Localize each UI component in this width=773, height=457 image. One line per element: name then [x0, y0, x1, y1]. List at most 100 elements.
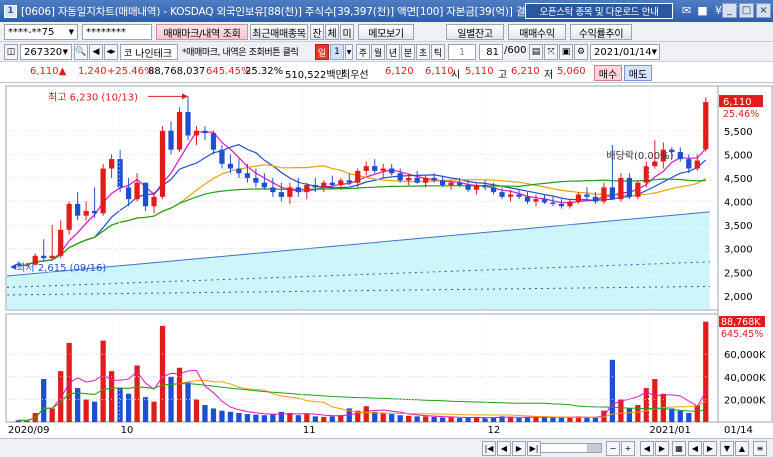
search-icon[interactable]: 🔍	[74, 44, 88, 60]
open-label: 시	[451, 70, 461, 81]
recent-trades-button[interactable]: 최근매매종목	[250, 24, 308, 40]
candle-body	[558, 203, 565, 207]
candle-body	[346, 180, 352, 183]
volume-bar	[423, 416, 429, 422]
volume-bar	[227, 411, 234, 422]
save-icon[interactable]: ▣	[559, 44, 573, 60]
daily-balance-button[interactable]: 일별잔고	[446, 24, 504, 40]
volume-bar	[92, 401, 98, 422]
close-button[interactable]: ×	[756, 3, 771, 18]
candle-body	[202, 130, 208, 134]
memo-button[interactable]: 메모보기	[358, 24, 414, 40]
low-annotation: 최저 2,615 (09/16)	[16, 262, 106, 274]
candle-body	[363, 166, 369, 171]
app-icon: 1	[4, 4, 17, 18]
password-field[interactable]: ********	[82, 24, 152, 40]
period-day-tab[interactable]: 일	[315, 44, 329, 60]
volume-bar	[236, 412, 242, 422]
period-second-tab[interactable]: 초	[416, 44, 430, 60]
account-select[interactable]: ****-**75 ▼	[4, 24, 78, 40]
candle-body	[176, 111, 183, 150]
candle-body	[185, 111, 191, 136]
promo-button[interactable]: 오픈스탁 종목 및 다운로드 안내	[525, 3, 673, 19]
candle-body	[423, 177, 429, 183]
volume: 88,768,037	[148, 66, 206, 77]
volume-bar	[287, 412, 293, 422]
dividend-annotation: 배당락(0.00%)	[606, 150, 673, 162]
maximize-button[interactable]: □	[739, 3, 754, 18]
scroll-track[interactable]	[540, 443, 602, 453]
volume-bar	[210, 408, 217, 422]
period-multiplier-tab[interactable]: 1	[330, 44, 344, 60]
scroll-first-button[interactable]: |◀	[482, 441, 496, 456]
pan-left-button[interactable]: ◀	[688, 441, 702, 456]
candle-body	[372, 166, 378, 171]
view-left-button[interactable]: ◀	[640, 441, 654, 456]
layout-icon[interactable]: ◫	[4, 44, 18, 60]
quote-bar: 6,110▲ 1,240 +25.46% 88,768,037 645.45% …	[0, 63, 773, 83]
sell-button[interactable]: 매도	[624, 65, 652, 81]
high-label: 고	[498, 70, 508, 81]
zoom-out-button[interactable]: −	[606, 441, 620, 456]
current-volume-pct-tag: 645.45%	[721, 329, 763, 340]
candle-body	[295, 187, 301, 193]
candle-body	[58, 229, 64, 256]
date-input[interactable]: 2021/01/14 ▼	[590, 44, 660, 60]
scroll-last-button[interactable]: ▶|	[527, 441, 541, 456]
scroll-next-button[interactable]: ▶	[512, 441, 526, 456]
volume-bar	[626, 408, 632, 422]
period-chevron-icon[interactable]: ▼	[345, 44, 353, 60]
gear-icon[interactable]: ⚙	[574, 44, 588, 60]
square-icon[interactable]: ■	[696, 3, 709, 18]
balance-tab[interactable]: 잔	[310, 24, 324, 40]
interval-input[interactable]: 1	[448, 44, 476, 60]
query-note: *매매마크, 내역은 조회버튼 클릭	[182, 48, 299, 58]
volume-bar	[278, 411, 284, 422]
candle-body	[338, 180, 344, 186]
mail-icon[interactable]: ✉	[680, 3, 693, 18]
trade-mark-query-button[interactable]: 매매마크/내역 조회	[156, 24, 248, 40]
period-tick-tab[interactable]: 틱	[431, 44, 445, 60]
candle-body	[100, 168, 106, 214]
trade-profit-button[interactable]: 매매수익	[508, 24, 566, 40]
zoom-in-button[interactable]: +	[621, 441, 635, 456]
x-tick-label: 2020/09	[8, 425, 50, 436]
candle-body	[151, 196, 157, 207]
scroll-thumb[interactable]	[587, 444, 601, 452]
period-minute-tab[interactable]: 분	[401, 44, 415, 60]
period-month-tab[interactable]: 월	[371, 44, 385, 60]
scroll-prev-button[interactable]: ◀	[497, 441, 511, 456]
candle-body	[567, 201, 573, 207]
count-input[interactable]: 81	[479, 44, 503, 60]
candle-body	[312, 185, 318, 188]
candle-body	[142, 182, 149, 207]
compare-icon[interactable]: ⤧	[544, 44, 558, 60]
period-year-tab[interactable]: 년	[386, 44, 400, 60]
unfilled-tab[interactable]: 미	[340, 24, 354, 40]
volume-bar	[125, 393, 132, 422]
price-tick-label: 5,000	[724, 150, 753, 161]
layout-grid-button[interactable]: ▦	[672, 441, 686, 456]
settings-button[interactable]: ≡	[753, 441, 767, 456]
stock-chart[interactable]: 5,500 5,000 4,500 4,000 3,500 3,000 2,500 2,000…	[0, 84, 773, 438]
volume-bar	[618, 399, 624, 422]
buy-button[interactable]: 매수	[594, 65, 622, 81]
arrow-up-button[interactable]: ▲	[735, 441, 749, 456]
pan-right-button[interactable]: ▶	[703, 441, 717, 456]
minimize-button[interactable]: _	[722, 3, 737, 18]
volume-bar	[456, 418, 463, 422]
low-price: 5,060	[557, 66, 586, 77]
speaker-icon[interactable]: ◀	[89, 44, 103, 60]
volume-bar	[652, 379, 658, 422]
executed-tab[interactable]: 체	[325, 24, 339, 40]
arrow-down-button[interactable]: ▼	[720, 441, 734, 456]
view-right-button[interactable]: ▶	[655, 441, 669, 456]
candle-body	[270, 187, 276, 193]
volume-bar	[142, 397, 149, 422]
period-week-tab[interactable]: 주	[356, 44, 370, 60]
chart-type-icon[interactable]: ▤	[529, 44, 543, 60]
return-trend-button[interactable]: 수익률추이	[570, 24, 632, 40]
arrows-icon[interactable]: ◂▸	[104, 44, 118, 60]
stock-code-input[interactable]: 267320 ▼	[20, 44, 72, 60]
volume-bar	[635, 405, 641, 422]
